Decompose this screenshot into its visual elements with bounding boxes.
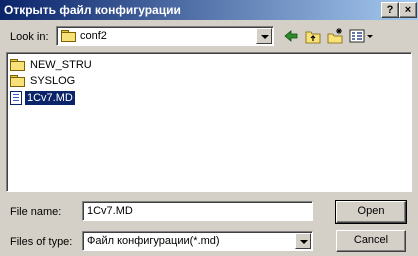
filetype-select[interactable]: Файл конфигурации(*.md)	[82, 231, 313, 251]
help-button[interactable]: ?	[381, 2, 399, 18]
filetype-label: Files of type:	[10, 236, 73, 248]
window-title: Открыть файл конфигурации	[4, 3, 181, 17]
lookin-label: Look in:	[10, 31, 49, 43]
file-list[interactable]: NEW_STRU SYSLOG 1Cv7.MD	[6, 52, 412, 192]
filetype-dropdown-button[interactable]	[295, 233, 311, 249]
list-item-new-stru[interactable]: NEW_STRU	[10, 57, 94, 73]
filetype-value: Файл конфигурации(*.md)	[87, 235, 220, 247]
list-item-label: SYSLOG	[30, 75, 76, 87]
title-bar: Открыть файл конфигурации ? ×	[0, 0, 418, 20]
filename-value: 1Cv7.MD	[87, 205, 133, 217]
view-menu-icon[interactable]	[348, 27, 374, 45]
new-folder-icon[interactable]	[326, 27, 344, 45]
folder-icon	[61, 30, 76, 42]
list-item-label: 1Cv7.MD	[24, 90, 76, 106]
lookin-combo[interactable]: conf2	[56, 26, 274, 46]
document-icon	[10, 91, 22, 105]
folder-icon	[10, 59, 25, 71]
list-item-syslog[interactable]: SYSLOG	[10, 73, 77, 89]
back-icon[interactable]	[282, 27, 300, 45]
list-item-label: NEW_STRU	[30, 59, 92, 71]
open-button[interactable]: Open	[335, 200, 407, 224]
lookin-value: conf2	[80, 30, 107, 42]
filename-label: File name:	[10, 206, 62, 218]
close-button[interactable]: ×	[399, 2, 417, 18]
filename-input[interactable]: 1Cv7.MD	[82, 201, 313, 221]
folder-icon	[10, 75, 25, 87]
cancel-button[interactable]: Cancel	[336, 230, 406, 252]
up-folder-icon[interactable]	[304, 27, 322, 45]
lookin-dropdown-button[interactable]	[256, 28, 272, 44]
list-item-1cv7-md[interactable]: 1Cv7.MD	[10, 90, 76, 106]
